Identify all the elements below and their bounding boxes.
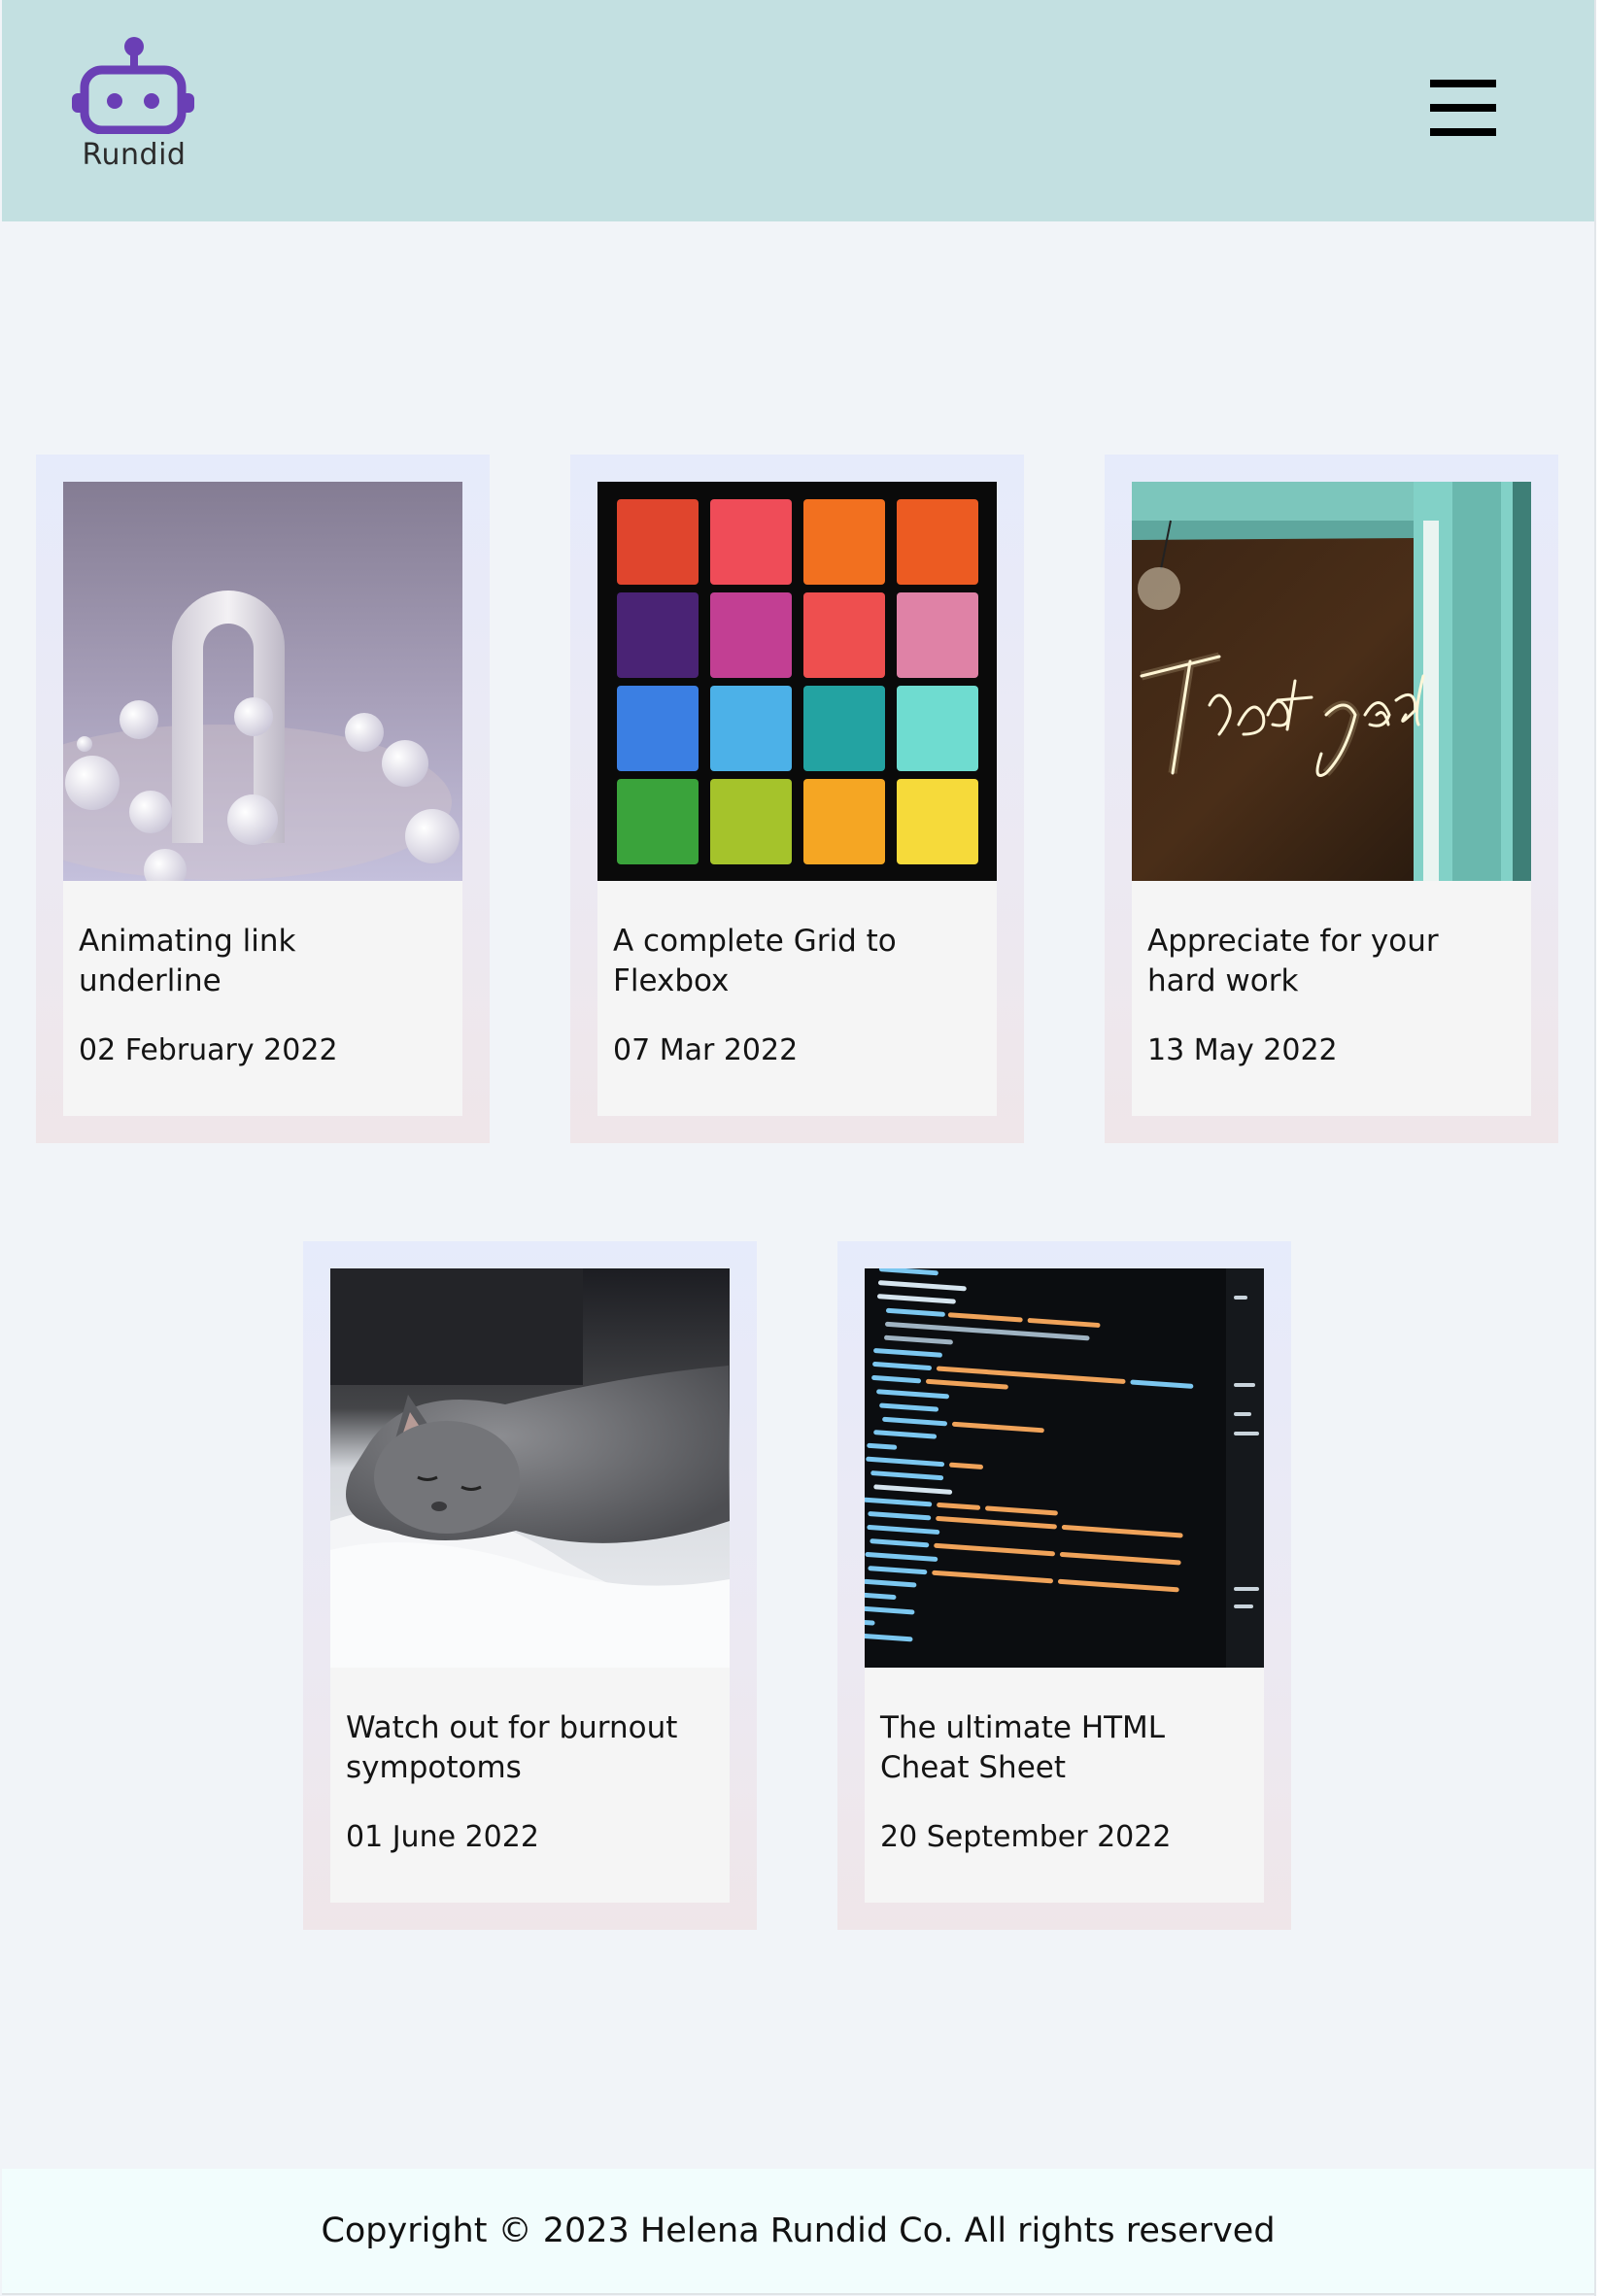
card-content: The ultimate HTML Cheat Sheet 20 Septemb… [865,1268,1264,1903]
card-body: Appreciate for your hard work 13 May 202… [1132,881,1531,1116]
post-card[interactable]: Appreciate for your hard work 13 May 202… [1105,455,1558,1143]
post-title: Appreciate for your hard work [1147,924,1439,998]
page: Rundid Animating link underline 02 Febru… [0,0,1596,2296]
card-body: Animating link underline 02 February 202… [63,881,462,1116]
post-image-eyeshadow-palette [597,482,997,881]
post-date: 01 June 2022 [346,1820,539,1854]
post-card[interactable]: A complete Grid to Flexbox 07 Mar 2022 [570,455,1024,1143]
post-image-code-screen [865,1268,1264,1668]
menu-bar [1430,128,1496,136]
logo-link[interactable]: Rundid [66,37,202,183]
post-date: 20 September 2022 [880,1820,1172,1854]
post-title: A complete Grid to Flexbox [613,924,897,998]
card-body: A complete Grid to Flexbox 07 Mar 2022 [597,881,997,1116]
post-card[interactable]: Watch out for burnout sympotoms 01 June … [303,1241,757,1930]
post-date: 13 May 2022 [1147,1033,1338,1067]
post-image-arch-spheres [63,482,462,881]
hamburger-menu-icon[interactable] [1426,78,1500,140]
card-content: Animating link underline 02 February 202… [63,482,462,1116]
site-header: Rundid [2,0,1594,221]
post-image-neon-sign [1132,482,1531,881]
robot-icon [72,37,194,134]
logo-text: Rundid [82,138,187,172]
card-content: Watch out for burnout sympotoms 01 June … [330,1268,730,1903]
card-content: Appreciate for your hard work 13 May 202… [1132,482,1531,1116]
menu-bar [1430,104,1496,112]
site-footer: Copyright © 2023 Helena Rundid Co. All r… [2,2169,1594,2295]
post-image-sleeping-cat [330,1268,730,1668]
card-body: Watch out for burnout sympotoms 01 June … [330,1668,730,1903]
card-body: The ultimate HTML Cheat Sheet 20 Septemb… [865,1668,1264,1903]
post-date: 02 February 2022 [79,1033,338,1067]
menu-bar [1430,80,1496,87]
post-title: The ultimate HTML Cheat Sheet [880,1710,1166,1785]
post-title: Animating link underline [79,924,296,998]
card-content: A complete Grid to Flexbox 07 Mar 2022 [597,482,997,1116]
copyright-text: Copyright © 2023 Helena Rundid Co. All r… [321,2212,1276,2250]
post-card[interactable]: Animating link underline 02 February 202… [36,455,490,1143]
post-card[interactable]: The ultimate HTML Cheat Sheet 20 Septemb… [837,1241,1291,1930]
post-date: 07 Mar 2022 [613,1033,799,1067]
post-title: Watch out for burnout sympotoms [346,1710,678,1785]
